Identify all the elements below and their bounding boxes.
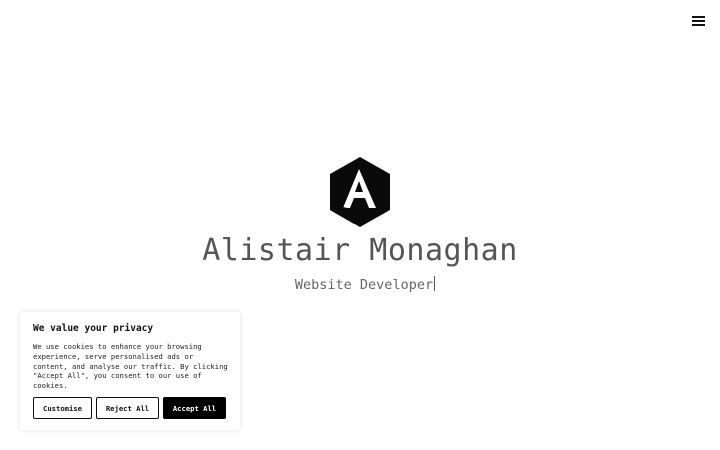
- page-title: Alistair Monaghan: [202, 233, 518, 268]
- accept-all-button[interactable]: Accept All: [163, 397, 226, 419]
- menu-button[interactable]: [692, 14, 708, 28]
- cookie-actions: Customise Reject All Accept All: [33, 397, 226, 419]
- subtitle: Website Developer: [0, 276, 720, 293]
- role-text: Website Developer: [294, 277, 434, 293]
- customise-button[interactable]: Customise: [33, 397, 92, 419]
- cookie-consent-banner: We value your privacy We use cookies to …: [20, 312, 240, 430]
- hexagon-a-logo-icon: [330, 157, 390, 227]
- cookie-title: We value your privacy: [33, 323, 154, 334]
- cookie-description: We use cookies to enhance your browsing …: [33, 342, 228, 391]
- reject-all-button[interactable]: Reject All: [96, 397, 159, 419]
- typing-caret: [434, 276, 436, 291]
- hamburger-menu-icon: [692, 16, 705, 18]
